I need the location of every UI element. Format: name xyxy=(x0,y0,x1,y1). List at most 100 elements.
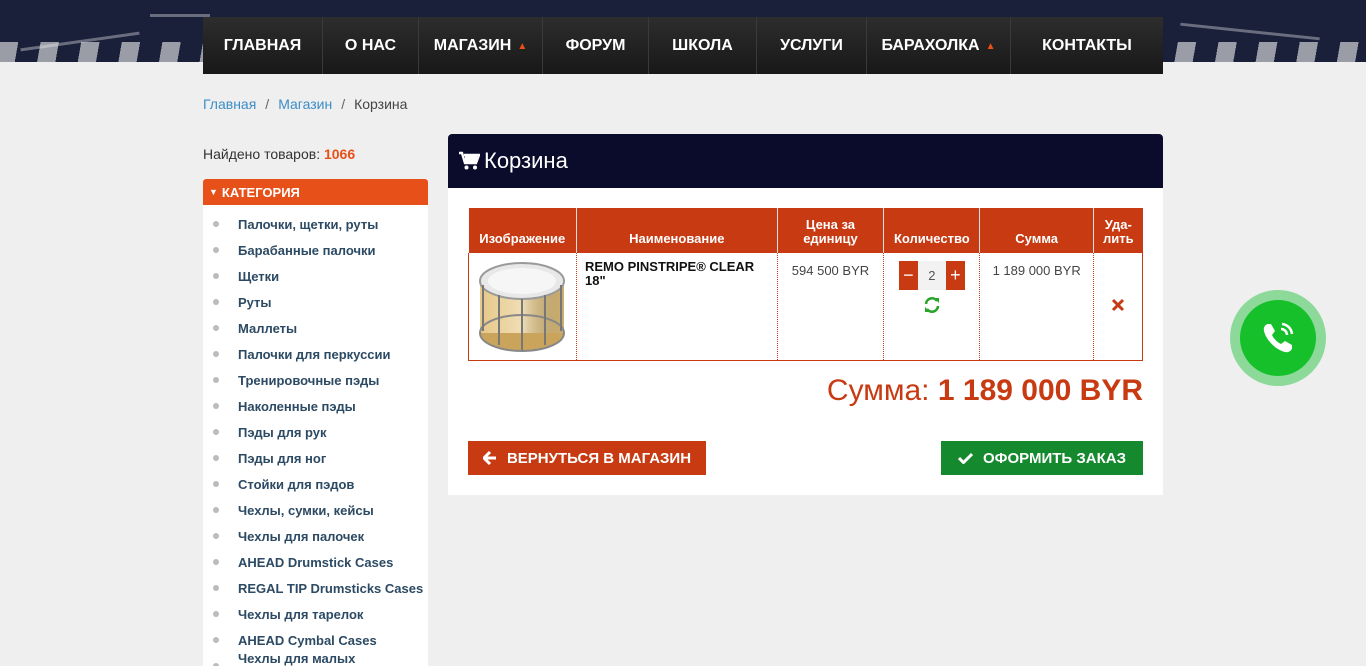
list-item[interactable]: Маллеты xyxy=(203,315,428,341)
nav-home[interactable]: ГЛАВНАЯ xyxy=(203,17,323,74)
bullet-icon xyxy=(213,481,219,487)
list-item[interactable]: Чехлы для малых барабанов xyxy=(203,651,428,666)
category-label: Руты xyxy=(238,294,272,310)
bullet-icon xyxy=(213,637,219,643)
total-label: Сумма: xyxy=(826,374,930,407)
bullet-icon xyxy=(213,273,219,279)
list-item[interactable]: Щетки xyxy=(203,263,428,289)
category-label: AHEAD Drumstick Cases xyxy=(238,554,394,570)
list-item[interactable]: AHEAD Drumstick Cases xyxy=(203,549,428,575)
bullet-icon xyxy=(213,377,219,383)
category-header[interactable]: ▼ КАТЕГОРИЯ xyxy=(203,179,428,205)
bullet-icon xyxy=(213,455,219,461)
product-name[interactable]: REMO PINSTRIPE® CLEAR 18" xyxy=(577,253,777,288)
quantity-field[interactable]: 2 xyxy=(917,261,946,290)
cart-title: Корзина xyxy=(484,148,568,173)
breadcrumb-current: Корзина xyxy=(354,96,408,112)
list-item[interactable]: Стойки для пэдов xyxy=(203,471,428,497)
arrow-left-icon xyxy=(482,451,496,465)
chevron-up-icon: ▲ xyxy=(985,41,996,52)
category-label: Палочки для перкуссии xyxy=(238,346,391,362)
list-item[interactable]: Чехлы, сумки, кейсы xyxy=(203,497,428,523)
list-item[interactable]: Тренировочные пэды xyxy=(203,367,428,393)
category-label: Барабанные палочки xyxy=(238,242,376,258)
nav-school[interactable]: ШКОЛА xyxy=(649,17,757,74)
main-nav: ГЛАВНАЯ О НАС МАГАЗИН ▲ ФОРУМ ШКОЛА УСЛУГ… xyxy=(203,17,1163,74)
nav-flea-market[interactable]: БАРАХОЛКА ▲ xyxy=(867,17,1011,74)
category-label: REGAL TIP Drumsticks Cases xyxy=(238,580,424,596)
list-item[interactable]: Палочки, щетки, руты xyxy=(203,211,428,237)
list-item[interactable]: AHEAD Cymbal Cases xyxy=(203,627,428,653)
bullet-icon xyxy=(213,403,219,409)
checkout-button[interactable]: ОФОРМИТЬ ЗАКАЗ xyxy=(941,441,1143,475)
category-label: Наколенные пэды xyxy=(238,398,356,414)
category-label: Пэды для рук xyxy=(238,424,327,440)
nav-services[interactable]: УСЛУГИ xyxy=(757,17,867,74)
category-label: Чехлы для малых барабанов xyxy=(238,651,356,666)
bullet-icon xyxy=(213,351,219,357)
list-item[interactable]: Палочки для перкуссии xyxy=(203,341,428,367)
list-item[interactable]: Пэды для ног xyxy=(203,445,428,471)
phone-icon xyxy=(1263,322,1294,353)
breadcrumb-separator: / xyxy=(265,96,270,112)
products-found-count: 1066 xyxy=(323,146,356,162)
unit-price: 594 500 BYR xyxy=(777,253,885,361)
breadcrumb-shop[interactable]: Магазин xyxy=(278,96,332,112)
bullet-icon xyxy=(213,247,219,253)
table-row: REMO PINSTRIPE® CLEAR 18" 594 500 BYR − … xyxy=(468,253,1143,361)
bullet-icon xyxy=(213,221,219,227)
category-label: Стойки для пэдов xyxy=(238,476,355,492)
check-icon xyxy=(958,452,974,464)
category-sidebar: ▼ КАТЕГОРИЯ Палочки, щетки, руты Барабанн… xyxy=(203,179,428,666)
category-label: Тренировочные пэды xyxy=(238,372,380,388)
col-price: Цена за единицу xyxy=(777,208,885,253)
list-item[interactable]: Руты xyxy=(203,289,428,315)
breadcrumb-home[interactable]: Главная xyxy=(203,96,256,112)
quantity-stepper: − 2 + xyxy=(884,253,979,290)
category-label: Пэды для ног xyxy=(238,450,327,466)
product-name-cell: REMO PINSTRIPE® CLEAR 18" xyxy=(576,253,778,361)
shopping-cart-icon xyxy=(459,151,480,170)
nav-forum[interactable]: ФОРУМ xyxy=(543,17,649,74)
bullet-icon xyxy=(213,611,219,617)
breadcrumb: Главная / Магазин / Корзина xyxy=(203,96,407,112)
list-item[interactable]: Пэды для рук xyxy=(203,419,428,445)
cart-header: Корзина xyxy=(448,134,1163,188)
category-label: Чехлы для палочек xyxy=(238,528,365,544)
list-item[interactable]: REGAL TIP Drumsticks Cases xyxy=(203,575,428,601)
callback-button[interactable] xyxy=(1230,290,1326,386)
category-label: Маллеты xyxy=(238,320,298,336)
row-sum: 1 189 000 BYR xyxy=(979,253,1095,361)
quantity-cell: − 2 + xyxy=(883,253,981,361)
cart-table: Изображение Наименование Цена за единицу … xyxy=(468,208,1143,361)
category-label: Щетки xyxy=(238,268,280,284)
category-label: Палочки, щетки, руты xyxy=(238,216,379,232)
cart-panel: Корзина Изображение Наименование Цена за… xyxy=(448,134,1163,495)
decrease-button[interactable]: − xyxy=(898,261,918,290)
nav-shop[interactable]: МАГАЗИН ▲ xyxy=(419,17,543,74)
product-image[interactable] xyxy=(469,253,575,357)
list-item[interactable]: Чехлы для палочек xyxy=(203,523,428,549)
list-item[interactable]: Наколенные пэды xyxy=(203,393,428,419)
nav-about[interactable]: О НАС xyxy=(323,17,419,74)
products-found-label: Найдено товаров: xyxy=(203,146,321,162)
bullet-icon xyxy=(213,533,219,539)
list-item[interactable]: Чехлы для тарелок xyxy=(203,601,428,627)
back-to-shop-button[interactable]: ВЕРНУТЬСЯ В МАГАЗИН xyxy=(468,441,706,475)
breadcrumb-separator: / xyxy=(341,96,346,112)
bullet-icon xyxy=(213,559,219,565)
list-item[interactable]: Барабанные палочки xyxy=(203,237,428,263)
col-name: Наименование xyxy=(576,208,778,253)
increase-button[interactable]: + xyxy=(945,261,965,290)
category-label: Чехлы, сумки, кейсы xyxy=(238,502,374,518)
delete-cell xyxy=(1093,253,1143,361)
nav-contacts[interactable]: КОНТАКТЫ xyxy=(1011,17,1163,74)
chevron-up-icon: ▲ xyxy=(517,41,528,52)
bullet-icon xyxy=(213,299,219,305)
products-found: Найдено товаров: 1066 xyxy=(203,146,355,162)
delete-icon[interactable] xyxy=(1111,298,1125,312)
category-label: Чехлы для тарелок xyxy=(238,606,364,622)
bullet-icon xyxy=(213,325,219,331)
cart-table-header: Изображение Наименование Цена за единицу … xyxy=(468,208,1143,253)
refresh-icon[interactable] xyxy=(923,296,941,314)
